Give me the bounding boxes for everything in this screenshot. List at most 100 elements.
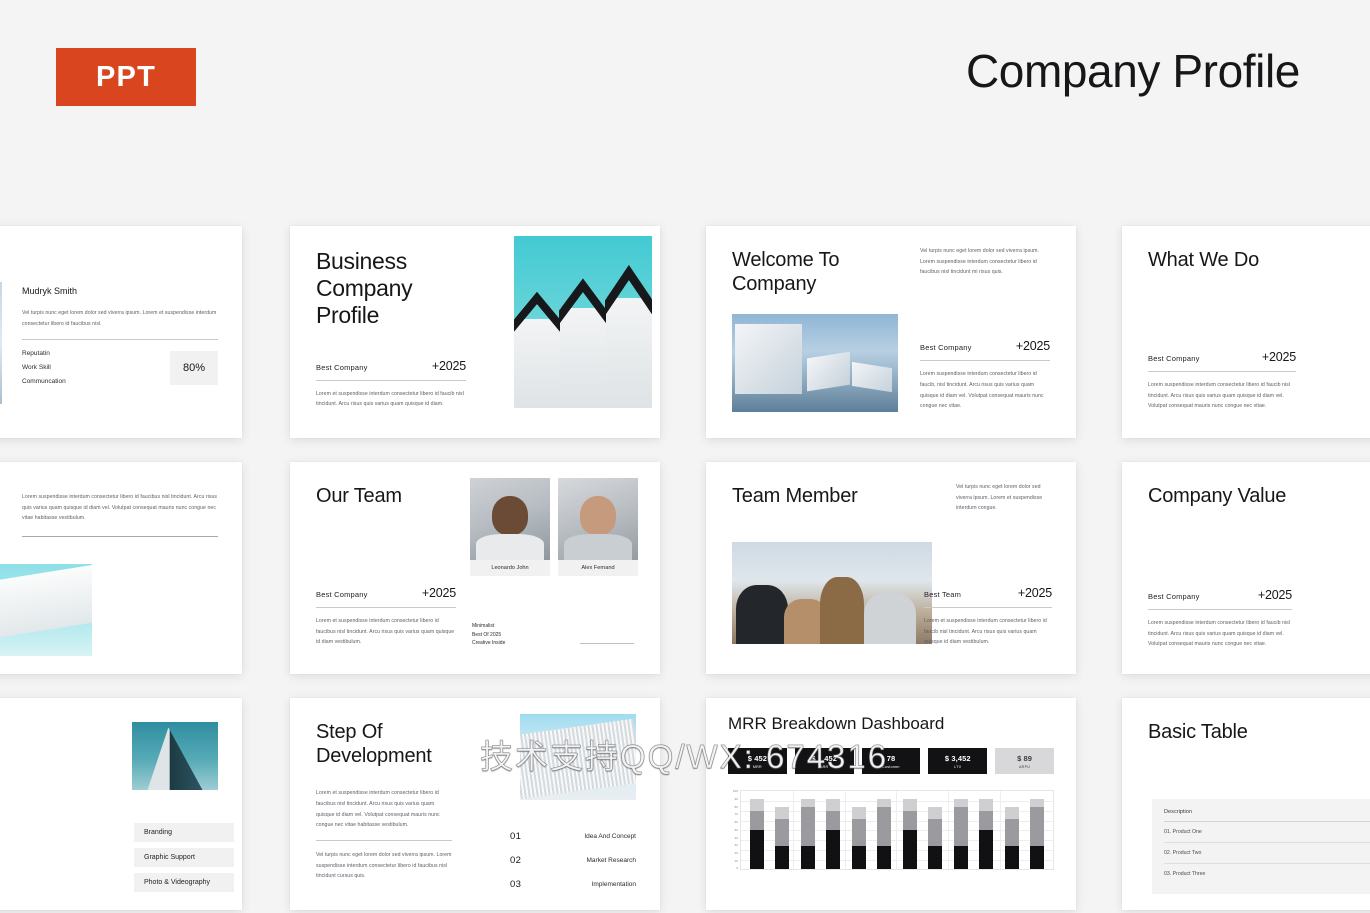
welcome-top-description: Vel turpis nunc eget lorem dolor sed viv…	[920, 248, 1040, 276]
step-number: 01	[510, 831, 522, 842]
slides-row-2: Lorem suspendisse interdum consectetur l…	[0, 454, 1370, 690]
kpi-value: $ 452	[747, 754, 768, 764]
leader-person-name: Mudryk Smith	[22, 286, 78, 296]
team-member-card[interactable]: Alex Fernand	[558, 478, 638, 576]
chart-y-tick: 40	[734, 835, 738, 840]
chart-bar-segment	[902, 830, 917, 870]
slide-card-team-member[interactable]: Team Member Vel turpis nunc eget lorem d…	[706, 462, 1076, 674]
slides-grid: der Mudryk Smith Vel turpis nunc eget lo…	[0, 218, 1370, 913]
teammember-description: Lorem et suspendisse interdum consectetu…	[924, 618, 1047, 646]
slide-ourteam-content: Our Team Leonardo John Alex Fernand Best…	[290, 462, 660, 674]
slides-row-3: ce 2025 Lorem et suspendisse interdum co…	[0, 690, 1370, 913]
chart-y-tick: 30	[734, 843, 738, 848]
ourteam-tag-0: Minimalist	[472, 622, 495, 629]
chart-bar	[1004, 791, 1019, 870]
kpi-value: $ 1,452	[811, 754, 838, 764]
member-name-0: Leonardo John	[470, 560, 550, 576]
chart-bar-segment	[749, 810, 764, 831]
chart-bar-segment	[928, 807, 943, 819]
chart-bar-segment	[1030, 846, 1045, 870]
chart-bar-segment	[775, 818, 790, 846]
chart-y-tick: 90	[734, 797, 738, 802]
chart-bar-segment	[749, 830, 764, 870]
slide-card-step-of-development[interactable]: Step Of Development Lorem et suspendisse…	[290, 698, 660, 910]
table-row: 01. Product One $ 17.00	[1164, 822, 1370, 843]
slide-card-basic-table[interactable]: Basic Table Description Amount 01. Produ…	[1122, 698, 1370, 910]
chart-bar-segment	[928, 846, 943, 870]
chart-bar	[979, 791, 994, 870]
chart-y-tick: 0	[736, 866, 738, 871]
chart-bar-segment	[979, 799, 994, 811]
slide-card-business-profile[interactable]: Business Company Profile Best Company +2…	[290, 226, 660, 438]
slide-dashboard-title: MRR Breakdown Dashboard	[728, 714, 945, 733]
slide-card-welcome[interactable]: Welcome To Company Vel turpis nunc eget …	[706, 226, 1076, 438]
slide-card-what-we-do[interactable]: What We Do Best Company +2025 Lorem susp…	[1122, 226, 1370, 438]
chart-bar	[775, 791, 790, 870]
slide-card-mrr-dashboard[interactable]: MRR Breakdown Dashboard $ 452 MRR $ 1,45…	[706, 698, 1076, 910]
chart-bar-segment	[775, 807, 790, 819]
mrr-stacked-bar-chart: 100 90 80 70 60 50 40 30 20 10 0	[728, 790, 1054, 871]
stepdev-description-top: Lorem et suspendisse interdum consectetu…	[316, 790, 440, 829]
kpi-card-customer[interactable]: 78 Customer	[861, 748, 921, 775]
slide-business-title: Business Company Profile	[316, 248, 413, 329]
slide-card-our-team[interactable]: Our Team Leonardo John Alex Fernand Best…	[290, 462, 660, 674]
member-portrait-photo	[470, 478, 550, 560]
slide-dashboard-content: MRR Breakdown Dashboard $ 452 MRR $ 1,45…	[706, 698, 1076, 910]
table-cell-description: 02. Product Two	[1164, 850, 1202, 856]
member-portrait-photo	[558, 478, 638, 560]
whatwedo-description: Lorem suspendisse interdum consectetur l…	[1148, 382, 1290, 410]
slide-contact-content: Lorem suspendisse interdum consectetur l…	[0, 462, 242, 674]
slide-basictable-title: Basic Table	[1148, 721, 1248, 743]
table-column-description: Description	[1164, 809, 1192, 815]
slide-card-our-service[interactable]: ce 2025 Lorem et suspendisse interdum co…	[0, 698, 242, 910]
step-label: Market Research	[586, 857, 637, 864]
slide-card-contact[interactable]: Lorem suspendisse interdum consectetur l…	[0, 462, 242, 674]
leader-photo	[0, 282, 2, 404]
slide-leader-title: der	[0, 248, 216, 272]
slide-card-leader[interactable]: der Mudryk Smith Vel turpis nunc eget lo…	[0, 226, 242, 438]
chart-bar-segment	[953, 846, 968, 870]
kpi-card-arpu[interactable]: $ 89 ARPU	[995, 748, 1054, 775]
team-member-card[interactable]: Leonardo John	[470, 478, 550, 576]
table-cell-description: 03. Product Three	[1164, 871, 1206, 877]
basic-table: Description Amount 01. Product One $ 17.…	[1152, 799, 1370, 894]
chart-bar	[953, 791, 968, 870]
slide-card-company-value[interactable]: Company Value Best Company +2025 Lorem s…	[1122, 462, 1370, 674]
slide-whatwedo-content: What We Do Best Company +2025 Lorem susp…	[1122, 226, 1370, 438]
service-item[interactable]: Branding	[134, 823, 234, 842]
kpi-card-ltv[interactable]: $ 3,452 LTV	[928, 748, 988, 775]
chart-bar-segment	[826, 799, 841, 811]
chart-bar-segment	[1004, 818, 1019, 846]
table-cell-description: 01. Product One	[1164, 829, 1202, 835]
ppt-badge-label: PPT	[96, 60, 156, 93]
chart-bar-segment	[851, 846, 866, 870]
teammember-meta-year: +2025	[1017, 586, 1052, 601]
page-title: Company Profile	[965, 45, 1300, 97]
step-item: 03 Implementation	[510, 879, 636, 890]
companyvalue-meta-year: +2025	[1257, 588, 1292, 603]
chart-bar	[902, 791, 917, 870]
slides-row-1: der Mudryk Smith Vel turpis nunc eget lo…	[0, 218, 1370, 454]
leader-skill-1: Work Skill	[22, 364, 51, 372]
slide-companyvalue-content: Company Value Best Company +2025 Lorem s…	[1122, 462, 1370, 674]
ourteam-members: Leonardo John Alex Fernand	[470, 478, 638, 576]
stepdev-architecture-photo	[520, 714, 636, 800]
chart-bar	[749, 791, 764, 870]
chart-bar-segment	[826, 810, 841, 831]
chart-bar-segment	[979, 810, 994, 831]
service-item[interactable]: Photo & Videography	[134, 873, 234, 892]
chart-bar	[851, 791, 866, 870]
kpi-label: MRR	[752, 764, 762, 769]
chart-bar-segment	[928, 818, 943, 846]
table-row: 03. Product Three $ 12.00	[1164, 864, 1370, 884]
chart-y-tick: 10	[734, 858, 738, 863]
kpi-card-arr[interactable]: $ 1,452 ARR	[794, 748, 854, 775]
chart-plot-area	[740, 790, 1054, 871]
slide-companyvalue-title: Company Value	[1148, 485, 1287, 507]
kpi-card-mrr[interactable]: $ 452 MRR	[728, 748, 787, 775]
slide-service-content: ce 2025 Lorem et suspendisse interdum co…	[0, 698, 242, 910]
ppt-badge: PPT	[56, 48, 196, 106]
chart-y-tick: 50	[734, 827, 738, 832]
service-item[interactable]: Graphic Support	[134, 848, 234, 867]
ourteam-tag-1: Best Of 2025	[472, 631, 502, 638]
